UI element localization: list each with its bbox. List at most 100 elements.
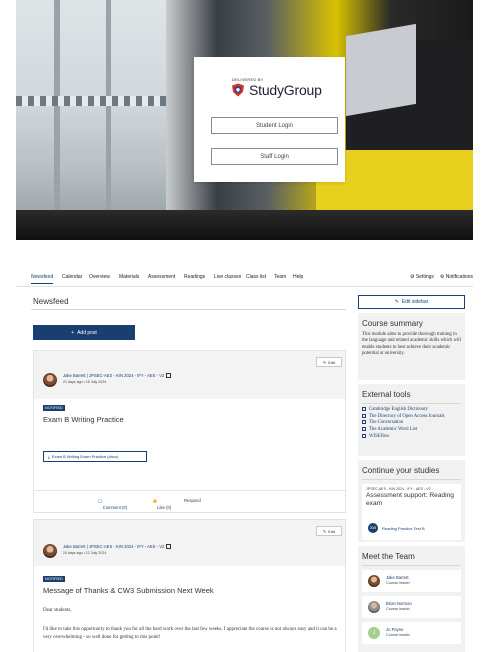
course-summary-title: Course summary [362, 319, 423, 328]
studygroup-logo: StudyGroup [231, 82, 322, 98]
respond-button[interactable]: Respond [184, 498, 201, 503]
post-message: I'd like to take this opportunity to tha… [43, 627, 337, 640]
post-meta: 21 days ago • 15 July 2024 [63, 380, 107, 384]
progress-badge: 20/8 [368, 523, 378, 533]
external-link-icon [362, 427, 366, 432]
hero-laptop [346, 23, 416, 117]
meet-team-title: Meet the Team [362, 552, 415, 561]
hero-pillar [106, 0, 111, 240]
member-name: Brian Norman [386, 601, 412, 606]
staff-login-button[interactable]: Staff Login [211, 148, 338, 165]
tab-class-list[interactable]: Class list [246, 274, 266, 280]
hero-pillar [54, 0, 60, 240]
avatar: J [368, 627, 380, 639]
panel-divider [362, 479, 461, 480]
tool-label: The Academic Word List [369, 427, 418, 433]
continue-card-title: Assessment support: Reading exam [366, 492, 454, 507]
avatar [368, 575, 380, 587]
post-meta: 24 days ago • 12 July 2024 [63, 551, 107, 555]
avatar [43, 544, 57, 558]
tab-overview[interactable]: Overview [89, 274, 110, 280]
attachment-link[interactable]: ⤓ Exam B Writing Exam Practice (docx) [43, 451, 147, 462]
like-button[interactable]: 👍 Like (0) [152, 498, 171, 510]
edit-post-button[interactable]: ✎ Edit [316, 526, 342, 536]
attachment-label: Exam B Writing Exam Practice (docx) [51, 454, 119, 459]
course-code: JPSEC-AES - KIN 2024 - IFY - AES - V2 [366, 487, 431, 491]
external-tools-title: External tools [362, 390, 411, 399]
course-summary-panel: Course summary This module aims to provi… [358, 313, 465, 380]
page-title: Newsfeed [33, 297, 69, 306]
continue-card[interactable]: JPSEC-AES - KIN 2024 - IFY - AES - V2 As… [362, 484, 461, 540]
post-author-text: Jake Barrett | JPSEC-AES - KIN 2024 - IF… [63, 373, 165, 378]
tab-newsfeed[interactable]: Newsfeed [31, 274, 54, 284]
external-link-icon [362, 413, 366, 418]
edit-icon: ✎ [394, 299, 399, 305]
status-badge: NOTIFIED [43, 405, 65, 411]
login-hero-image: DELIVERED BY StudyGroup Student Login St… [16, 0, 473, 240]
team-member[interactable]: Brian Norman Course leader [362, 596, 461, 618]
login-card: DELIVERED BY StudyGroup Student Login St… [194, 57, 345, 182]
comment-button[interactable]: ◯ Comment (0) [98, 498, 127, 510]
tool-label: Cambridge English Dictionary [369, 407, 428, 413]
plus-icon: + [71, 329, 75, 336]
tool-link[interactable]: Cambridge English Dictionary [358, 407, 465, 414]
student-login-button[interactable]: Student Login [211, 117, 338, 134]
add-post-button[interactable]: + Add post [33, 325, 135, 340]
gear-icon: ⚙ [439, 274, 445, 280]
team-member[interactable]: J Jo Payne Course leader [362, 622, 461, 644]
newsfeed-post: ✎ Edit Jake Barrett | JPSEC-AES - KIN 202… [33, 519, 346, 652]
team-member[interactable]: Jake Barrett Course leader [362, 570, 461, 592]
tool-link[interactable]: WISEflow [358, 433, 465, 441]
external-tools-panel: External tools Cambridge English Diction… [358, 384, 465, 456]
post-title: Exam B Writing Practice [43, 415, 124, 424]
title-divider [31, 309, 346, 310]
post-author[interactable]: Jake Barrett | JPSEC-AES - KIN 2024 - IF… [63, 544, 172, 550]
tab-readings[interactable]: Readings [184, 274, 205, 280]
post-author[interactable]: Jake Barrett | JPSEC-AES - KIN 2024 - IF… [63, 373, 172, 379]
newsfeed-post: ✎ Edit Jake Barrett | JPSEC-AES - KIN 202… [33, 350, 347, 513]
tool-label: WISEflow [369, 433, 390, 439]
edit-post-button[interactable]: ✎ Edit [316, 357, 342, 367]
post-author-text: Jake Barrett | JPSEC-AES - KIN 2024 - IF… [63, 544, 165, 549]
edit-label: Edit [328, 359, 336, 365]
continue-studies-panel: Continue your studies JPSEC-AES - KIN 20… [358, 460, 465, 542]
tab-help[interactable]: Help [293, 274, 303, 280]
tools-list: Cambridge English Dictionary The Directo… [358, 404, 465, 441]
settings-link[interactable]: ⚙ Settings [410, 274, 434, 280]
tool-link[interactable]: The Directory of Open Access Journals [358, 413, 465, 421]
nav-utilities: ⚙ Settings ⚙ Notifications [410, 274, 473, 280]
notifications-label: Notifications [445, 274, 473, 280]
external-link-icon [362, 420, 366, 425]
post-title: Message of Thanks & CW3 Submission Next … [43, 586, 214, 595]
avatar [43, 373, 57, 387]
tab-team[interactable]: Team [274, 274, 286, 280]
tool-link[interactable]: The Academic Word List [358, 427, 465, 434]
tab-calendar[interactable]: Calendar [62, 274, 82, 280]
avatar [368, 601, 380, 613]
download-icon: ⤓ [48, 454, 50, 459]
member-name: Jake Barrett [386, 575, 409, 580]
tab-materials[interactable]: Materials [119, 274, 139, 280]
edit-sidebar-button[interactable]: ✎ Edit sidebar [358, 295, 465, 309]
post-greeting: Dear students, [43, 608, 72, 613]
member-name: Jo Payne [386, 627, 404, 632]
hero-floor [16, 210, 473, 240]
notifications-link[interactable]: ⚙ Notifications [440, 274, 473, 280]
shield-logo-icon [232, 83, 244, 97]
tab-live-classes[interactable]: Live classes [214, 274, 241, 280]
tool-label: The Directory of Open Access Journals [369, 413, 445, 419]
copy-icon[interactable] [166, 544, 172, 550]
meet-team-panel: Meet the Team Jake Barrett Course leader… [358, 546, 465, 652]
tool-label: The Conversation [369, 420, 404, 426]
member-role: Course leader [386, 607, 410, 611]
test-link[interactable]: Reading Practice Test B [382, 526, 425, 531]
copy-icon[interactable] [166, 373, 172, 379]
tab-assessment[interactable]: Assessment [148, 274, 175, 280]
post-actions: ◯ Comment (0) 👍 Like (0) Respond [34, 490, 347, 510]
post-header: ✎ Edit Jake Barrett | JPSEC-AES - KIN 202… [34, 520, 345, 566]
status-badge: NOTIFIED [43, 576, 65, 582]
member-role: Course leader [386, 581, 410, 585]
tool-link[interactable]: The Conversation [358, 420, 465, 427]
external-link-icon [362, 407, 366, 411]
like-label: Like (0) [157, 505, 172, 510]
